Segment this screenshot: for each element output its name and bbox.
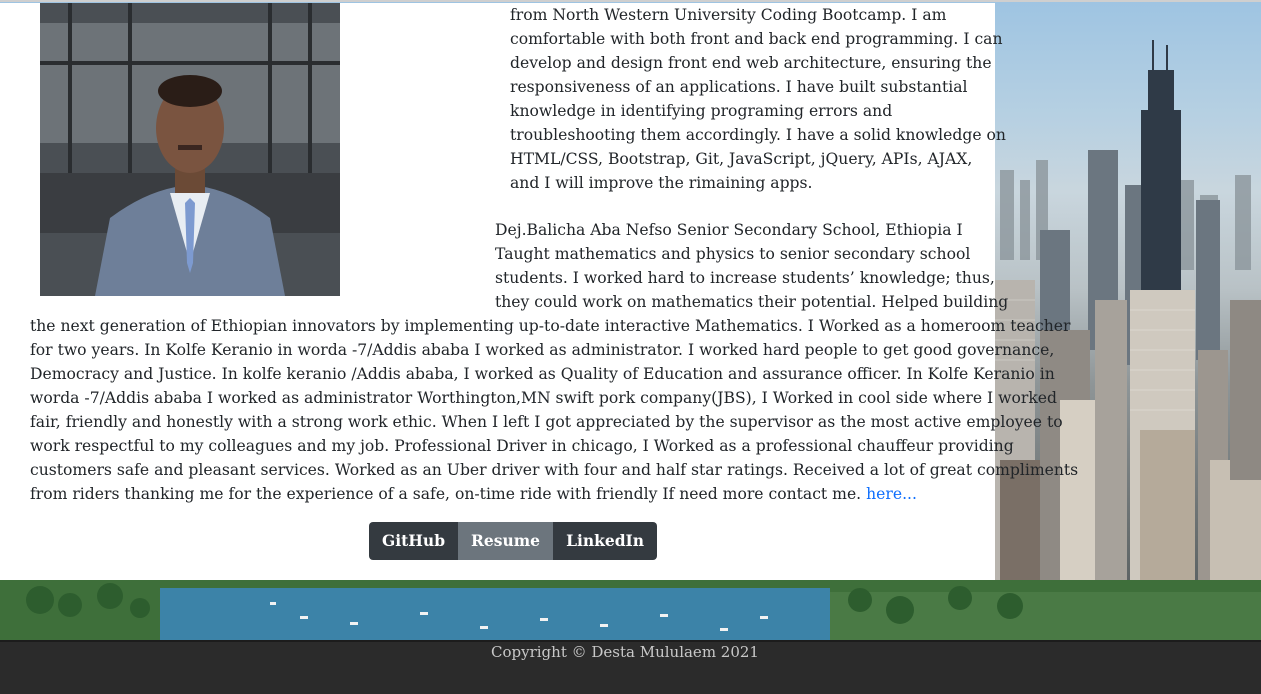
intro-line: develop and design front end web archite… [510, 54, 992, 72]
intro-line: HTML/CSS, Bootstrap, Git, JavaScript, jQ… [510, 150, 973, 168]
about-card: from North Western University Coding Boo… [0, 0, 1079, 580]
experience-paragraph: Dej.Balicha Aba Nefso Senior Secondary S… [30, 218, 1079, 506]
intro-line: knowledge in identifying programing erro… [510, 102, 893, 120]
intro-line: troubleshooting them accordingly. I have… [510, 126, 1006, 144]
experience-line: Dej.Balicha Aba Nefso Senior Secondary S… [495, 221, 963, 239]
copyright-text: Copyright © Desta Mululaem 2021 [491, 643, 759, 661]
github-button[interactable]: GitHub [369, 522, 459, 560]
social-button-group: GitHub Resume LinkedIn [369, 522, 658, 560]
intro-line: and I will improve the rimaining apps. [510, 174, 813, 192]
experience-line: students. I worked hard to increase stud… [495, 269, 995, 287]
intro-line: comfortable with both front and back end… [510, 30, 1003, 48]
experience-line: work respectful to my colleagues and my … [30, 437, 1014, 455]
experience-line: they could work on mathematics their pot… [495, 293, 1009, 311]
experience-line: customers safe and pleasant services. Wo… [30, 461, 1079, 479]
intro-line: from North Western University Coding Boo… [510, 6, 947, 24]
experience-line: fair, friendly and honestly with a stron… [30, 413, 1063, 431]
experience-line: for two years. In Kolfe Keranio in worda… [30, 341, 1055, 359]
intro-line: responsiveness of an applications. I hav… [510, 78, 968, 96]
footer: Copyright © Desta Mululaem 2021 [0, 640, 1261, 694]
experience-last-text: from riders thanking me for the experien… [30, 485, 862, 503]
experience-line: worda -7/Addis ababa I worked as adminis… [30, 389, 1058, 407]
intro-paragraph: from North Western University Coding Boo… [510, 0, 1006, 195]
resume-button[interactable]: Resume [458, 522, 554, 560]
experience-line: Democracy and Justice. In kolfe keranio … [30, 365, 1055, 383]
experience-line: Taught mathematics and physics to senior… [495, 245, 971, 263]
experience-line: the next generation of Ethiopian innovat… [30, 317, 1071, 335]
contact-link[interactable]: here... [866, 485, 917, 503]
experience-last-line: from riders thanking me for the experien… [30, 482, 970, 506]
linkedin-button[interactable]: LinkedIn [553, 522, 658, 560]
